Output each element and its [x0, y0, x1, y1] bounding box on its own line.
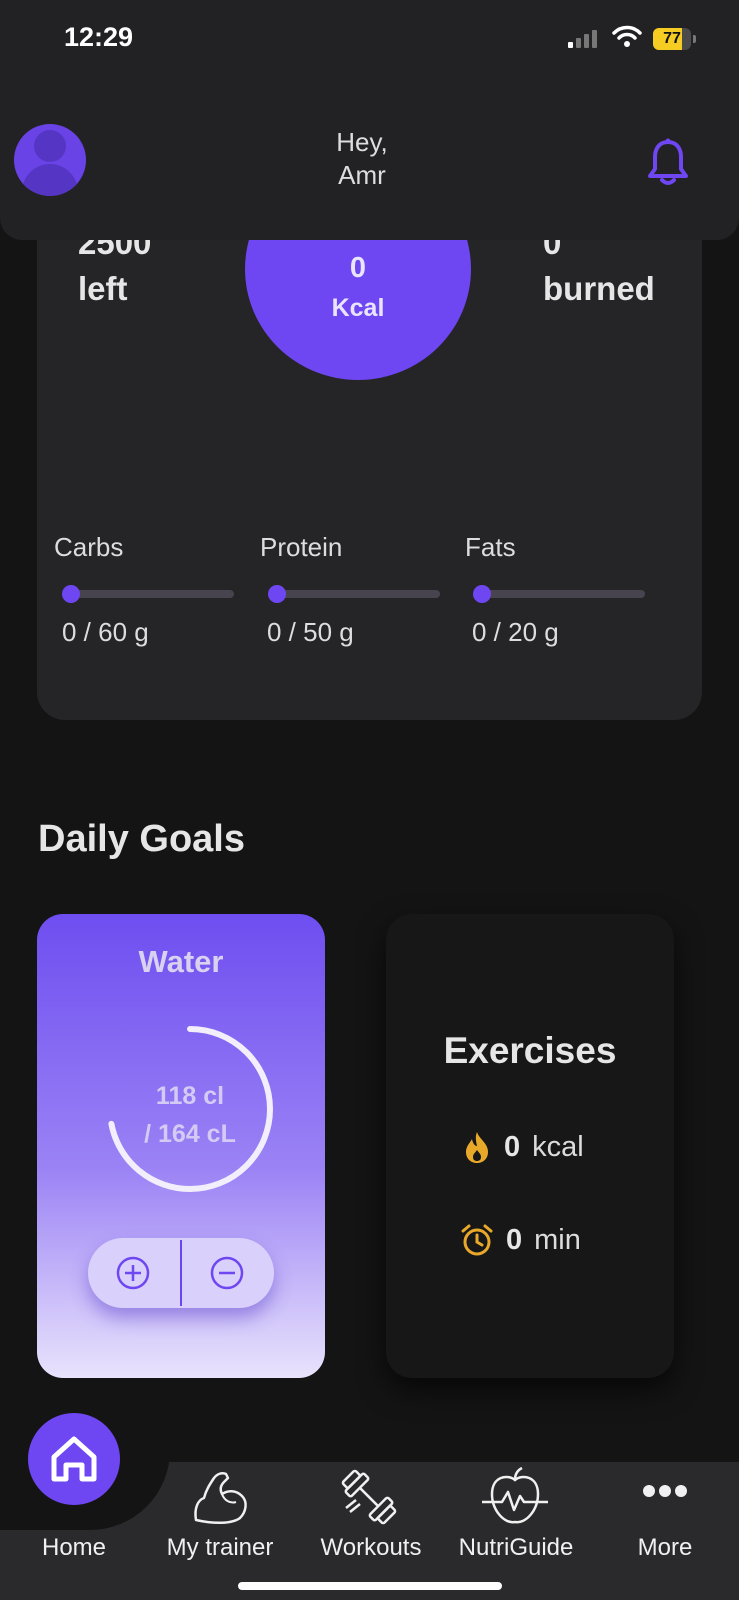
water-target: / 164 cL	[144, 1120, 236, 1148]
nav-nutriguide-label[interactable]: NutriGuide	[446, 1534, 586, 1562]
water-current: 118 cl	[155, 1082, 225, 1110]
nav-home-label[interactable]: Home	[24, 1534, 124, 1562]
macro-label-protein: Protein	[260, 532, 343, 562]
macro-progress-dot	[62, 585, 80, 603]
nav-more-label[interactable]: More	[610, 1534, 720, 1562]
calories-left-label: left	[78, 270, 128, 307]
cellular-signal-icon	[568, 30, 597, 48]
calories-burned-label: burned	[543, 270, 655, 307]
exercise-kcal-row: 0 kcal	[462, 1130, 584, 1164]
macro-label-fats: Fats	[465, 532, 516, 562]
water-stepper-divider	[180, 1240, 182, 1306]
greeting-line1: Hey,	[336, 127, 388, 157]
battery-tip	[693, 35, 696, 43]
greeting-user-name: Amr	[338, 160, 386, 190]
status-time: 12:29	[64, 22, 134, 52]
nav-my-trainer-label[interactable]: My trainer	[155, 1534, 285, 1562]
daily-goals-title: Daily Goals	[38, 818, 245, 860]
exercises-title: Exercises	[443, 1030, 617, 1071]
more-dots-icon[interactable]	[642, 1484, 688, 1498]
exercise-minutes-row: 0 min	[460, 1223, 581, 1257]
battery-level: 77	[663, 30, 681, 47]
exercise-minutes-value: 0	[506, 1223, 523, 1256]
apple-heartbeat-icon[interactable]	[480, 1464, 550, 1530]
macro-progress-dot	[473, 585, 491, 603]
bicep-icon[interactable]	[190, 1464, 252, 1526]
nav-home-button[interactable]	[28, 1413, 120, 1505]
battery-icon: 77	[653, 28, 691, 50]
home-icon	[51, 1436, 97, 1482]
water-amount: 118 cl / 164 cL	[104, 1077, 276, 1153]
water-title: Water	[138, 944, 224, 979]
macro-bar-fats	[473, 585, 645, 603]
macro-bar-carbs	[62, 585, 234, 603]
notification-bell-icon[interactable]	[648, 138, 688, 186]
wifi-icon	[612, 25, 642, 47]
exercise-kcal-unit: kcal	[532, 1130, 584, 1163]
remove-water-button[interactable]	[210, 1256, 244, 1290]
kcal-value: 0	[349, 252, 367, 284]
alarm-clock-icon	[461, 1224, 493, 1256]
flame-icon	[466, 1132, 488, 1163]
macro-progress-dot	[268, 585, 286, 603]
exercise-kcal-value: 0	[504, 1130, 521, 1163]
dumbbell-icon[interactable]	[336, 1464, 402, 1530]
macro-value-fats: 0 / 20 g	[472, 617, 559, 647]
macro-label-carbs: Carbs	[54, 532, 124, 562]
macro-value-protein: 0 / 50 g	[267, 617, 354, 647]
home-indicator[interactable]	[238, 1582, 502, 1590]
greeting: Hey, Amr	[300, 126, 424, 192]
nav-workouts-label[interactable]: Workouts	[306, 1534, 436, 1562]
avatar[interactable]	[14, 124, 86, 196]
kcal-unit: Kcal	[331, 294, 385, 322]
macro-bar-protein	[268, 585, 440, 603]
add-water-button[interactable]	[116, 1256, 150, 1290]
macro-value-carbs: 0 / 60 g	[62, 617, 149, 647]
exercise-minutes-unit: min	[534, 1223, 581, 1256]
